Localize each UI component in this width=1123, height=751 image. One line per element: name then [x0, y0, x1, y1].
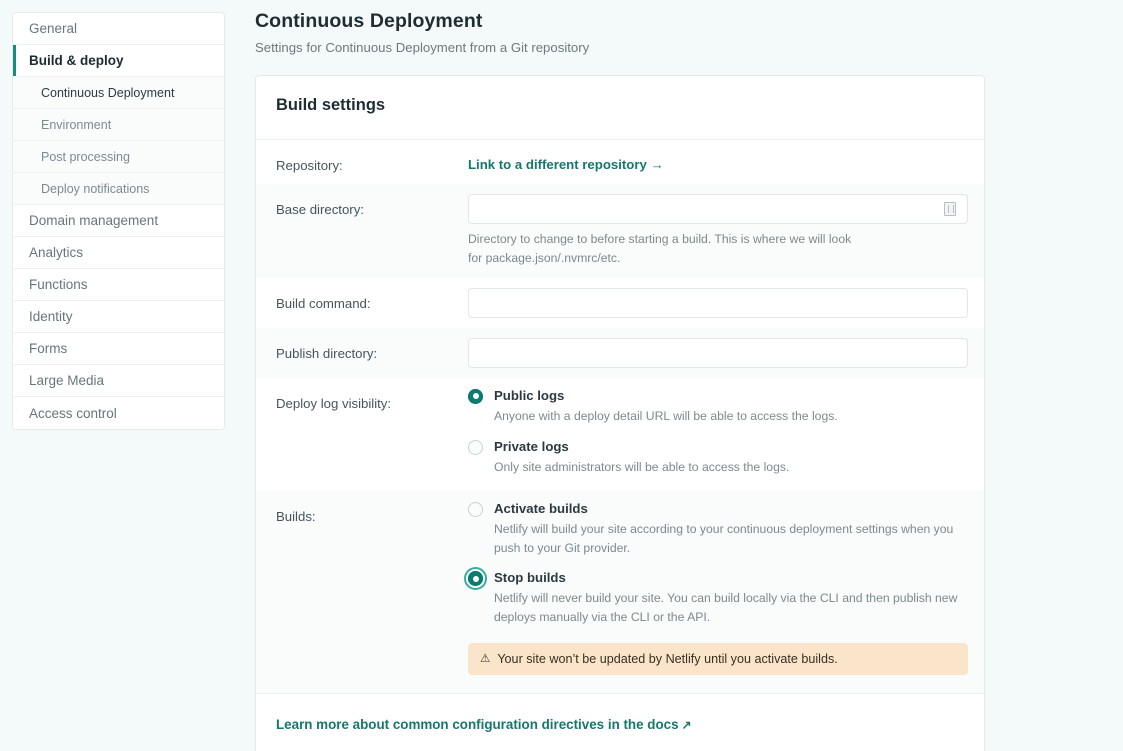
sidebar-item-label: Forms — [29, 341, 68, 356]
sidebar-item-label: Functions — [29, 277, 88, 292]
build-command-label: Build command: — [276, 295, 371, 311]
sidebar-subitem-label: Continuous Deployment — [41, 85, 175, 100]
deploy-log-visibility-label: Deploy log visibility: — [276, 395, 392, 411]
radio-button-public-logs[interactable] — [468, 388, 483, 404]
form-row-repository: Repository: Link to a different reposito… — [256, 140, 984, 184]
sidebar-item-deploy-notifications[interactable]: Deploy notifications — [13, 173, 224, 205]
sidebar-item-general[interactable]: General — [13, 13, 224, 45]
sidebar-item-environment[interactable]: Environment — [13, 109, 224, 141]
radio-option-stop-builds[interactable]: Stop builds Netlify will never build you… — [464, 567, 964, 627]
sidebar-item-label: General — [29, 21, 78, 36]
sidebar-item-continuous-deployment[interactable]: Continuous Deployment — [13, 77, 224, 109]
sidebar-item-functions[interactable]: Functions — [13, 269, 224, 301]
app-root: General Build & deploy Continuous Deploy… — [0, 0, 1123, 751]
radio-option-activate-builds[interactable]: Activate builds Netlify will build your … — [468, 501, 964, 558]
docs-link-label: Learn more about common configuration di… — [276, 717, 679, 733]
resize-handle-icon[interactable] — [944, 202, 956, 216]
sidebar-item-label: Domain management — [29, 213, 159, 228]
build-command-input[interactable] — [468, 287, 968, 318]
radio-label-public-logs: Public logs — [494, 387, 565, 403]
radio-button-stop-builds[interactable] — [464, 567, 487, 591]
sidebar-item-label: Large Media — [29, 373, 105, 388]
radio-button-activate-builds[interactable] — [468, 501, 483, 517]
sidebar-item-domain-management[interactable]: Domain management — [13, 205, 224, 237]
sidebar-subitem-label: Environment — [41, 117, 112, 132]
sidebar-item-label: Build & deploy — [29, 53, 124, 68]
docs-link[interactable]: Learn more about common configuration di… — [276, 717, 692, 732]
form-row-builds: Builds: Activate builds Netlify will bui… — [256, 490, 984, 694]
radio-option-public-logs[interactable]: Public logs Anyone with a deploy detail … — [468, 388, 964, 426]
sidebar-item-identity[interactable]: Identity — [13, 301, 224, 333]
card-title: Build settings — [276, 96, 386, 114]
sidebar-item-label: Analytics — [29, 245, 84, 260]
settings-sidebar: General Build & deploy Continuous Deploy… — [12, 12, 225, 430]
radio-label-stop-builds: Stop builds — [494, 570, 566, 586]
publish-directory-input[interactable] — [468, 337, 968, 368]
sidebar-item-analytics[interactable]: Analytics — [13, 237, 224, 269]
radio-option-private-logs[interactable]: Private logs Only site administrators wi… — [468, 439, 964, 477]
external-link-icon: ↗ — [681, 718, 692, 733]
base-directory-help-text: Directory to change to before starting a… — [468, 232, 852, 265]
form-row-base-directory: Base directory: Directory to change to b… — [256, 184, 984, 278]
radio-button-private-logs[interactable] — [468, 439, 483, 455]
radio-desc-stop-builds: Netlify will never build your site. You … — [494, 591, 958, 625]
radio-desc-public-logs: Anyone with a deploy detail URL will be … — [494, 408, 838, 423]
sidebar-subitem-label: Post processing — [41, 149, 130, 164]
sidebar-item-label: Identity — [29, 309, 73, 324]
page-title: Continuous Deployment — [255, 10, 483, 32]
radio-desc-activate-builds: Netlify will build your site according t… — [494, 521, 954, 555]
warning-triangle-icon: ⚠ — [480, 652, 491, 665]
build-settings-card: Build settings Repository: Link to a dif… — [255, 75, 985, 751]
builds-label: Builds: — [276, 508, 316, 524]
card-footer: Learn more about common configuration di… — [256, 693, 984, 751]
form-row-publish-directory: Publish directory: — [256, 327, 984, 378]
radio-label-activate-builds: Activate builds — [494, 500, 588, 516]
sidebar-item-forms[interactable]: Forms — [13, 333, 224, 365]
publish-directory-label: Publish directory: — [276, 345, 378, 361]
sidebar-item-build-deploy[interactable]: Build & deploy — [13, 45, 224, 77]
radio-label-private-logs: Private logs — [494, 438, 569, 454]
base-directory-input[interactable] — [468, 194, 968, 224]
builds-warning-text: Your site won’t be updated by Netlify un… — [497, 652, 838, 667]
sidebar-item-access-control[interactable]: Access control — [13, 397, 224, 429]
card-header: Build settings — [256, 76, 984, 127]
page-subtitle: Settings for Continuous Deployment from … — [255, 40, 590, 55]
base-directory-label: Base directory: — [276, 202, 364, 217]
sidebar-item-label: Access control — [29, 405, 117, 421]
sidebar-item-large-media[interactable]: Large Media — [13, 365, 224, 397]
link-to-different-repository-link[interactable]: Link to a different repository → — [468, 150, 664, 172]
builds-warning-banner: ⚠ Your site won’t be updated by Netlify … — [468, 643, 968, 676]
repository-label: Repository: — [276, 158, 343, 173]
radio-desc-private-logs: Only site administrators will be able to… — [494, 459, 790, 474]
sidebar-subitem-label: Deploy notifications — [41, 181, 150, 196]
main-content: Continuous Deployment Settings for Conti… — [225, 0, 1123, 751]
sidebar-item-post-processing[interactable]: Post processing — [13, 141, 224, 173]
form-row-deploy-log-visibility: Deploy log visibility: Public logs Anyon… — [256, 377, 984, 491]
form-row-build-command: Build command: — [256, 277, 984, 328]
